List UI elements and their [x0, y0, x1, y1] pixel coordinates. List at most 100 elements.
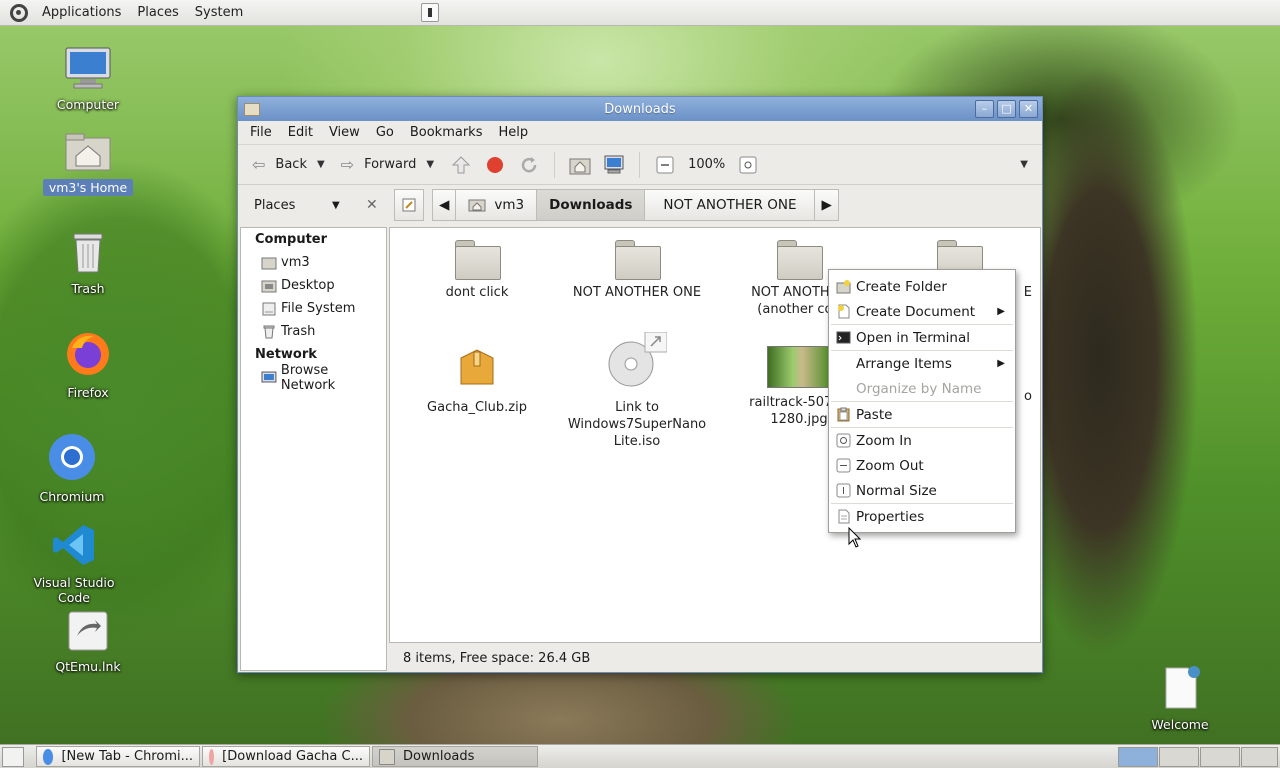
desktop-icon-label: Welcome [1151, 717, 1209, 732]
file-name-line3: Lite.iso [613, 434, 661, 449]
forward-history-dropdown-icon[interactable]: ▼ [426, 159, 434, 170]
path-segment-not-another-one[interactable]: NOT ANOTHER ONE [644, 189, 816, 221]
sidebar-item-trash[interactable]: Trash [241, 320, 386, 343]
panel-applet-icon[interactable] [421, 3, 439, 22]
desktop-icon-label: Chromium [39, 489, 105, 504]
menu-bookmarks[interactable]: Bookmarks [402, 125, 491, 140]
path-scroll-right-button[interactable]: ▶ [814, 189, 839, 221]
back-history-dropdown-icon[interactable]: ▼ [317, 159, 325, 170]
distro-logo-icon[interactable] [10, 3, 28, 22]
sidebar-item-browse-network[interactable]: Browse Network [241, 363, 386, 393]
toolbar-overflow-dropdown-icon[interactable]: ▼ [1020, 159, 1028, 170]
close-button[interactable]: ✕ [1019, 100, 1038, 118]
menu-view[interactable]: View [321, 125, 368, 140]
sidebar-item-file-system[interactable]: File System [241, 297, 386, 320]
file-name: NOT ANOTHER ONE [572, 285, 702, 300]
computer-icon[interactable] [603, 154, 625, 176]
menu-file[interactable]: File [242, 125, 280, 140]
menu-item-zoom-out[interactable]: Zoom Out [829, 453, 1015, 478]
trash-icon [43, 230, 133, 277]
desktop-icon-trash[interactable]: Trash [43, 230, 133, 296]
file-name: Gacha_Club.zip [427, 400, 527, 415]
desktop-icon-firefox[interactable]: Firefox [43, 330, 133, 400]
forward-button[interactable]: ⇨ Forward [335, 149, 423, 181]
menu-item-normal-size[interactable]: Normal Size [829, 478, 1015, 503]
desktop-icon-vscode[interactable]: Visual Studio Code [28, 522, 120, 605]
path-segment-label: NOT ANOTHER ONE [663, 197, 797, 213]
back-button[interactable]: ⇦ Back [246, 149, 313, 181]
menu-item-arrange-items[interactable]: Arrange Items ▶ [829, 351, 1015, 376]
file-name-line2: Windows7SuperNano [567, 417, 707, 432]
menu-item-properties[interactable]: Properties [829, 504, 1015, 529]
sidebar-header-computer: Computer [255, 232, 328, 247]
file-item-folder[interactable]: NOT ANOTHER ONE [562, 240, 712, 301]
edit-icon [402, 198, 416, 212]
desktop-icon-qtemu[interactable]: QtEmu.lnk [43, 610, 133, 674]
desktop-folder-icon [261, 280, 277, 292]
task-label: [New Tab - Chromi... [61, 749, 193, 764]
menu-item-zoom-in[interactable]: Zoom In [829, 428, 1015, 453]
location-bar: Places ▼ ✕ ◀ vm3 Downloads NOT ANOTHER O… [238, 185, 1042, 225]
chromium-icon [27, 432, 117, 485]
new-document-icon [838, 304, 850, 319]
file-item-folder[interactable]: dont click [402, 240, 552, 301]
desktop-icon-welcome[interactable]: Welcome [1135, 666, 1225, 732]
home-folder-icon [43, 132, 133, 175]
path-segment-vm3[interactable]: vm3 [455, 189, 538, 221]
menu-help[interactable]: Help [490, 125, 536, 140]
minimize-button[interactable]: – [975, 100, 994, 118]
path-segment-downloads[interactable]: Downloads [536, 189, 646, 221]
menu-item-create-document[interactable]: Create Document ▶ [829, 299, 1015, 324]
desktop-icon-label: Visual Studio Code [33, 575, 115, 605]
up-arrow-icon[interactable] [450, 154, 472, 176]
close-sidebar-icon[interactable]: ✕ [366, 197, 378, 213]
window-titlebar[interactable]: Downloads – □ ✕ [238, 97, 1042, 121]
desktop-icon-label: Trash [71, 281, 105, 296]
stop-icon[interactable] [484, 154, 506, 176]
zoom-in-icon[interactable] [737, 154, 759, 176]
show-desktop-icon[interactable] [2, 746, 24, 767]
menu-edit[interactable]: Edit [280, 125, 321, 140]
panel-menu-places[interactable]: Places [129, 0, 186, 26]
taskbar-item-chromium[interactable]: [New Tab - Chromi... [36, 746, 200, 767]
desktop-icon-computer[interactable]: Computer [43, 46, 133, 112]
toggle-location-entry-button[interactable] [394, 189, 424, 221]
mouse-cursor-icon [848, 527, 862, 548]
zoom-out-icon[interactable] [654, 154, 676, 176]
desktop-icon-label: vm3's Home [43, 179, 133, 196]
computer-icon [43, 46, 133, 93]
sidebar-selector[interactable]: Places ▼ ✕ [242, 190, 382, 220]
panel-menu-system[interactable]: System [187, 0, 251, 26]
taskbar-item-download-gacha[interactable]: [Download Gacha C... [202, 746, 370, 767]
menu-item-open-in-terminal[interactable]: Open in Terminal [829, 325, 1015, 350]
workspace-1[interactable] [1118, 747, 1158, 767]
menu-go[interactable]: Go [368, 125, 402, 140]
maximize-button[interactable]: □ [997, 100, 1016, 118]
sidebar-item-desktop[interactable]: Desktop [241, 274, 386, 297]
file-item-archive[interactable]: Gacha_Club.zip [402, 346, 552, 416]
menu-item-paste[interactable]: Paste [829, 402, 1015, 427]
file-item-disc-link[interactable]: Link to Windows7SuperNano Lite.iso [562, 331, 712, 450]
sidebar-item-vm3[interactable]: vm3 [241, 251, 386, 274]
folder-icon [615, 240, 661, 280]
workspace-4[interactable] [1241, 747, 1278, 767]
desktop-icon-label: Firefox [67, 385, 109, 400]
desktop-icon-chromium[interactable]: Chromium [27, 432, 117, 504]
status-bar: 8 items, Free space: 26.4 GB [403, 650, 591, 666]
workspace-3[interactable] [1200, 747, 1240, 767]
home-icon[interactable] [569, 154, 591, 176]
network-icon [261, 371, 277, 382]
taskbar-item-downloads[interactable]: Downloads [372, 746, 538, 767]
panel-menu-applications[interactable]: Applications [34, 0, 129, 26]
submenu-arrow-icon: ▶ [997, 358, 1005, 369]
path-scroll-left-button[interactable]: ◀ [432, 189, 457, 221]
reload-icon[interactable] [518, 154, 540, 176]
workspace-2[interactable] [1159, 747, 1199, 767]
submenu-arrow-icon: ▶ [997, 306, 1005, 317]
desktop-icon-home[interactable]: vm3's Home [43, 132, 133, 196]
properties-icon [838, 509, 850, 524]
menu-item-create-folder[interactable]: Create Folder [829, 274, 1015, 299]
zoom-level[interactable]: 100% [682, 149, 731, 181]
top-panel: Applications Places System [0, 0, 1280, 26]
menu-item-label: Create Document [856, 303, 976, 320]
